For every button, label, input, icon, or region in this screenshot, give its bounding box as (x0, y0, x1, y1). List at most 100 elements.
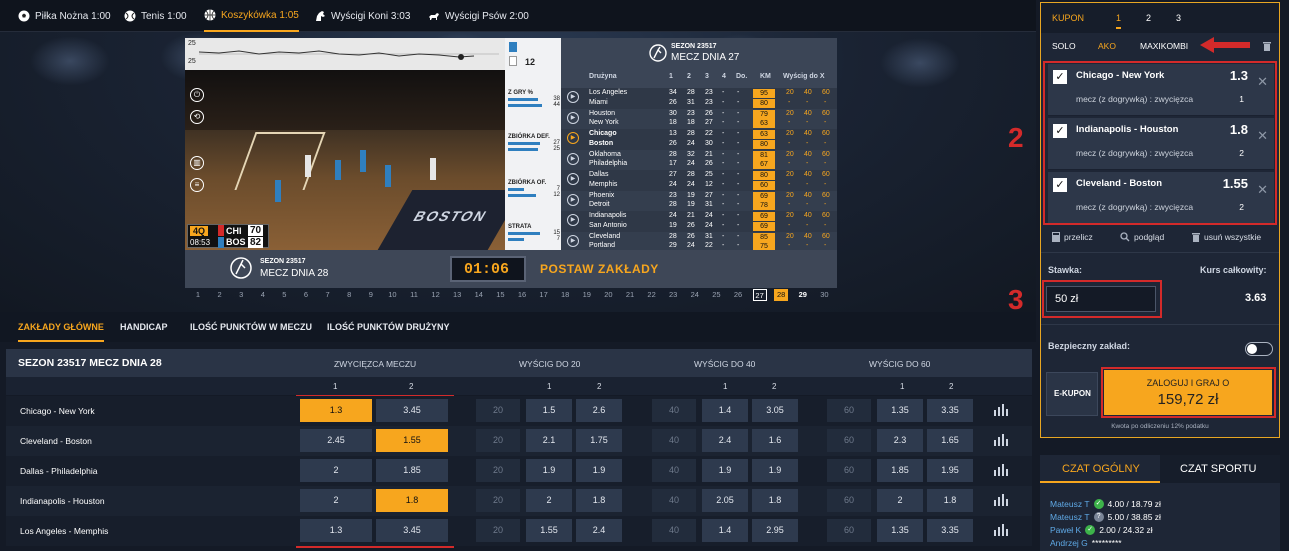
chat-tab-general[interactable]: CZAT OGÓLNY (1040, 455, 1160, 483)
statistics-icon[interactable] (994, 494, 1008, 506)
tab-team-points[interactable]: ILOŚĆ PUNKTÓW DRUŻYNY (327, 312, 450, 342)
odds-button-race[interactable]: 2.1 (526, 429, 572, 452)
odds-button-race[interactable]: 2 (526, 489, 572, 512)
chat-tab-sport[interactable]: CZAT SPORTU (1160, 455, 1280, 483)
replay-icon[interactable]: ▶ (567, 91, 579, 103)
e-coupon-button[interactable]: E-KUPON (1046, 372, 1098, 416)
mode-solo[interactable]: SOLO (1052, 36, 1076, 56)
mode-ako[interactable]: AKO (1098, 36, 1116, 56)
odds-button-race[interactable]: 1.8 (576, 489, 622, 512)
day-button[interactable]: 29 (796, 289, 810, 301)
remove-all-button[interactable]: usuń wszystkie (1192, 232, 1261, 242)
odds-button-race[interactable]: 1.9 (526, 459, 572, 482)
day-button[interactable]: 27 (752, 289, 767, 301)
replay-icon[interactable]: ▶ (567, 132, 579, 144)
replay-icon[interactable]: ▶ (567, 193, 579, 206)
day-button[interactable]: 17 (537, 289, 551, 301)
day-button[interactable]: 18 (558, 289, 572, 301)
odds-button-race[interactable]: 3.35 (927, 399, 973, 422)
coupon-tab-3[interactable]: 3 (1176, 3, 1181, 33)
replay-icon[interactable]: ▶ (567, 214, 579, 226)
day-button[interactable]: 10 (385, 289, 399, 301)
odds-button-winner[interactable]: 2 (300, 489, 372, 512)
odds-button-race[interactable]: 2.4 (702, 429, 748, 452)
odds-button-race[interactable]: 3.35 (927, 519, 973, 542)
odds-button-race[interactable]: 1.35 (877, 399, 923, 422)
bet-checkbox[interactable]: ✓ (1053, 124, 1067, 138)
day-button[interactable]: 26 (731, 289, 745, 301)
odds-button-race[interactable]: 2 (877, 489, 923, 512)
recalc-button[interactable]: przelicz (1052, 232, 1093, 242)
place-bets-cta[interactable]: POSTAW ZAKŁADY (540, 262, 659, 276)
odds-button-race[interactable]: 1.9 (702, 459, 748, 482)
day-button[interactable]: 19 (580, 289, 594, 301)
day-button[interactable]: 16 (515, 289, 529, 301)
bet-checkbox[interactable]: ✓ (1053, 178, 1067, 192)
odds-button-winner[interactable]: 1.8 (376, 489, 448, 512)
trash-icon[interactable] (1262, 40, 1272, 51)
odds-button-winner[interactable]: 1.3 (300, 399, 372, 422)
odds-button-race[interactable]: 1.8 (927, 489, 973, 512)
odds-button-race[interactable]: 2.4 (576, 519, 622, 542)
day-button[interactable]: 8 (342, 289, 356, 301)
odds-button-race[interactable]: 1.4 (702, 519, 748, 542)
bet-checkbox[interactable]: ✓ (1053, 70, 1067, 84)
stats-icon[interactable]: ▥ (190, 156, 204, 170)
sport-tab-greyhound-racing[interactable]: Wyścigi Psów 2:00 (428, 0, 529, 32)
day-button[interactable]: 28 (774, 289, 789, 301)
remove-bet-icon[interactable]: ✕ (1257, 182, 1268, 198)
day-button[interactable]: 7 (321, 289, 335, 301)
odds-button-winner[interactable]: 2.45 (300, 429, 372, 452)
stake-input[interactable]: 50 zł (1046, 286, 1156, 312)
odds-button-race[interactable]: 1.55 (526, 519, 572, 542)
day-button[interactable]: 14 (472, 289, 486, 301)
day-button[interactable]: 22 (645, 289, 659, 301)
statistics-icon[interactable] (994, 464, 1008, 476)
odds-button-race[interactable]: 1.65 (927, 429, 973, 452)
odds-button-race[interactable]: 1.9 (576, 459, 622, 482)
odds-button-race[interactable]: 1.5 (526, 399, 572, 422)
mode-maxikombi[interactable]: MAXIKOMBI (1140, 36, 1188, 56)
day-button[interactable]: 3 (234, 289, 248, 301)
odds-button-race[interactable]: 1.9 (752, 459, 798, 482)
tab-handicap[interactable]: HANDICAP (120, 312, 168, 342)
odds-button-winner[interactable]: 1.55 (376, 429, 448, 452)
odds-button-winner[interactable]: 3.45 (376, 519, 448, 542)
sport-tab-basketball[interactable]: Koszykówka 1:05 (204, 0, 299, 32)
sport-tab-horse-racing[interactable]: Wyścigi Koni 3:03 (314, 0, 410, 32)
list-icon[interactable]: ≡ (190, 178, 204, 192)
odds-button-winner[interactable]: 2 (300, 459, 372, 482)
replay-icon[interactable]: ▶ (567, 234, 579, 247)
odds-button-race[interactable]: 1.4 (702, 399, 748, 422)
day-button[interactable]: 1 (191, 289, 205, 301)
statistics-icon[interactable] (994, 404, 1008, 416)
camera-switch-icon[interactable]: ⟲ (190, 110, 204, 124)
day-button[interactable]: 4 (256, 289, 270, 301)
odds-button-race[interactable]: 1.35 (877, 519, 923, 542)
day-button[interactable]: 20 (601, 289, 615, 301)
sport-tab-soccer[interactable]: Piłka Nożna 1:00 (18, 0, 111, 32)
day-button[interactable]: 25 (709, 289, 723, 301)
odds-button-race[interactable]: 1.85 (877, 459, 923, 482)
odds-button-race[interactable]: 1.95 (927, 459, 973, 482)
tab-main-bets[interactable]: ZAKŁADY GŁÓWNE (18, 312, 104, 342)
day-button[interactable]: 30 (817, 289, 831, 301)
preview-button[interactable]: podgląd (1120, 232, 1164, 242)
odds-button-race[interactable]: 1.75 (576, 429, 622, 452)
sport-tab-tennis[interactable]: Tenis 1:00 (124, 0, 187, 32)
day-button[interactable]: 2 (213, 289, 227, 301)
odds-button-race[interactable]: 2.05 (702, 489, 748, 512)
day-button[interactable]: 5 (277, 289, 291, 301)
odds-button-race[interactable]: 1.8 (752, 489, 798, 512)
odds-button-race[interactable]: 1.6 (752, 429, 798, 452)
replay-icon[interactable]: ▶ (567, 111, 579, 124)
day-button[interactable]: 21 (623, 289, 637, 301)
day-button[interactable]: 23 (666, 289, 680, 301)
statistics-icon[interactable] (994, 434, 1008, 446)
day-button[interactable]: 9 (364, 289, 378, 301)
coupon-tab-2[interactable]: 2 (1146, 3, 1151, 33)
odds-button-race[interactable]: 3.05 (752, 399, 798, 422)
day-button[interactable]: 12 (429, 289, 443, 301)
day-button[interactable]: 6 (299, 289, 313, 301)
odds-button-winner[interactable]: 1.3 (300, 519, 372, 542)
